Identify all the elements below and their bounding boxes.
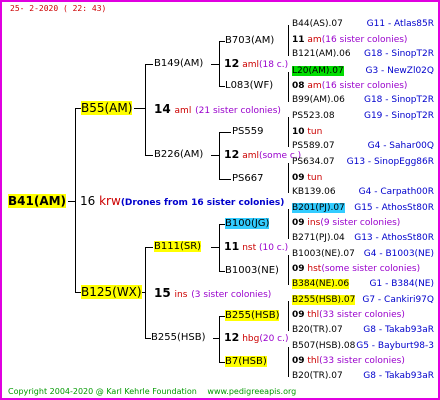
connector [288,117,289,147]
g4-code: G18 - SinopT2R [363,49,434,59]
g1-queen-2: B125(WX) [81,285,142,299]
g4-code: G4 - Sahar00Q [367,141,434,151]
connector [145,247,153,248]
g3-queen-3: PS559 [232,126,264,137]
g4-drone-line: 09 ins(9 sister colonies) [292,218,401,228]
g4-code: G13 - AthosSt80R [354,233,434,243]
g4-code: G18 - SinopT2R [363,95,434,105]
g4-row: L20(AM).07 [292,66,344,76]
g4-row: B271(PJ).04 [292,233,345,243]
connector [288,347,289,377]
connector [75,108,76,292]
footer: Copyright 2004-2020 @ Karl Kehrle Founda… [8,387,304,396]
g1-drone-line-2: 15 ins (3 sister colonies) [154,286,272,300]
connector [288,163,289,193]
g4-row: PS589.07 [292,141,335,151]
g4-row: PS634.07 [292,157,335,167]
connector [288,209,289,239]
g4-code: G4 - Carpath00R [358,187,434,197]
connector [219,132,231,133]
g4-row: B384(NE).06 [292,279,350,289]
connector [145,64,146,155]
connector [219,316,220,362]
connector [213,338,220,339]
g4-code: G5 - Bayburt98-3 [356,341,434,351]
g4-drone-line: 11 am(16 sister colonies) [292,35,408,45]
timestamp: 25- 2-2020 ( 22: 43) [10,4,107,13]
footer-link[interactable]: www.pedigreeapis.org [207,387,296,396]
g2-queen-1: B149(AM) [154,58,204,69]
g4-drone-line: 09 thl(33 sister colonies) [292,310,405,320]
g2-drone-line-2: 12 aml(some c.) [224,148,302,161]
g4-row: B201(PJ).07 [292,203,345,213]
g2-queen-2: B226(AM) [154,149,204,160]
g3-queen-6: B1003(NE) [225,265,279,276]
connector [211,64,220,65]
g4-drone-line: 10 tun [292,127,323,137]
connector [211,155,220,156]
pedigree-frame: { "timestamp": "25- 2-2020 ( 22: 43)", "… [0,0,440,400]
g3-queen-5: B100(JG) [225,218,270,229]
connector [288,255,289,285]
g1-queen-1: B55(AM) [81,101,133,115]
g4-code: G8 - Takab93aR [363,325,434,335]
g4-row: PS523.08 [292,111,335,121]
connector [211,247,220,248]
g4-code: G19 - SinopT2R [363,111,434,121]
g4-code: G4 - B1003(NE) [363,249,434,259]
g2-queen-4: B255(HSB) [151,332,206,343]
connector [134,108,146,109]
connector [288,72,289,102]
g4-row: B44(AS).07 [292,19,343,29]
g4-drone-line: 08 am(16 sister colonies) [292,81,408,91]
g2-drone-line-1: 12 aml(18 c.) [224,57,289,70]
g4-code: G7 - Cankiri97Q [362,295,434,305]
g2-queen-3: B111(SR) [154,241,202,252]
g4-row: B121(AM).06 [292,49,351,59]
connector [145,64,153,65]
g4-row: B20(TR).07 [292,371,343,381]
g4-drone-line: 09 hst(some sister colonies) [292,264,421,274]
connector [288,25,289,56]
g3-queen-2: L083(WF) [225,80,274,91]
g2-drone-line-4: 12 hbg(20 c.) [224,331,289,344]
connector [145,155,153,156]
g4-code: G15 - AthosSt80R [354,203,434,213]
root-drone-line: 16 krw(Drones from 16 sister colonies) [80,194,285,208]
g3-queen-7: B255(HSB) [225,310,280,321]
g3-queen-1: B703(AM) [225,35,275,46]
g3-queen-4: PS667 [232,173,264,184]
connector [288,301,289,331]
g4-code: G3 - NewZl02Q [365,66,434,76]
g4-drone-line: 09 thl(33 sister colonies) [292,356,405,366]
connector [219,179,231,180]
connector [68,201,76,202]
g4-row: B20(TR).07 [292,325,343,335]
g4-row: KB139.06 [292,187,336,197]
g3-queen-8: B7(HSB) [225,356,267,367]
g4-row: B99(AM).06 [292,95,345,105]
g1-drone-line-1: 14 aml (21 sister colonies) [154,102,281,116]
g4-drone-line: 09 tun [292,173,323,183]
g4-code: G8 - Takab93aR [363,371,434,381]
g4-code: G11 - Atlas85R [366,19,434,29]
g4-code: G1 - B384(NE) [369,279,434,289]
g4-code: G13 - SinopEgg86R [346,157,434,167]
g2-drone-line-3: 11 nst (10 c.) [224,240,289,253]
root-queen: B41(AM) [8,194,67,208]
copyright-text: Copyright 2004-2020 @ Karl Kehrle Founda… [8,387,197,396]
